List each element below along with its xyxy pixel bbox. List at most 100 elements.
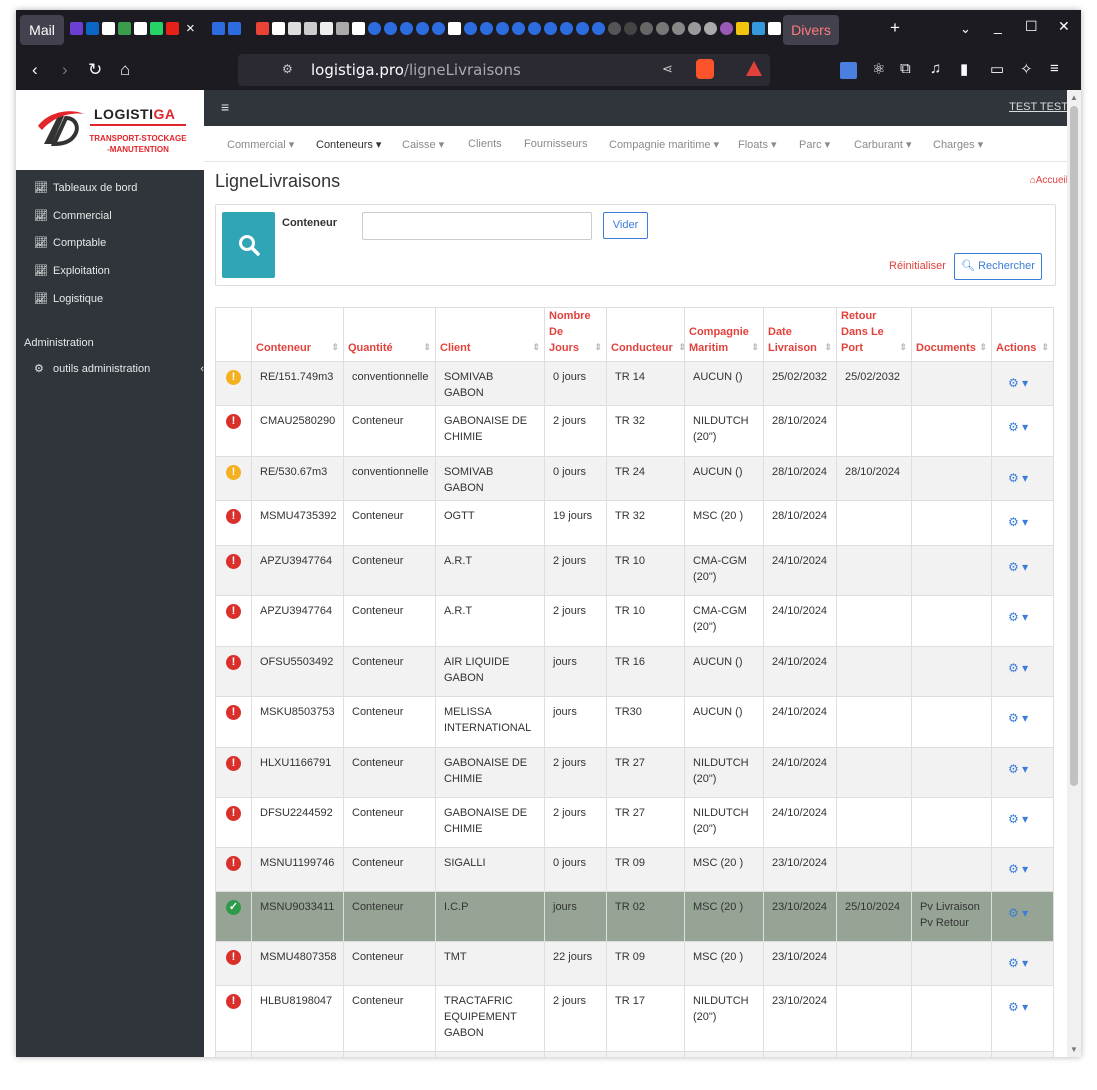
tab-favicon[interactable] — [166, 22, 179, 35]
react-devtools-icon[interactable]: ⚛ — [872, 60, 885, 78]
tab-favicon[interactable] — [576, 22, 589, 35]
tab-favicon[interactable] — [496, 22, 509, 35]
tab-favicon[interactable] — [118, 22, 131, 35]
tab-favicon[interactable] — [304, 22, 317, 35]
actions-dropdown-cogs-icon[interactable]: ⚙ ▾ — [1000, 855, 1028, 877]
site-settings-icon[interactable]: ⚙ — [282, 62, 293, 76]
home-icon[interactable]: ⌂ — [120, 60, 130, 80]
cell-conducteur[interactable]: TR 17 — [606, 985, 685, 1052]
scrollbar-thumb[interactable] — [1070, 106, 1078, 786]
tab-favicon[interactable] — [736, 22, 749, 35]
tab-mail[interactable]: Mail — [20, 15, 64, 45]
music-icon[interactable]: ♫ — [930, 60, 941, 77]
doc-link-pv-livraison[interactable]: Pv Livraison — [920, 899, 983, 915]
actions-dropdown-cogs-icon[interactable]: ⚙ ▾ — [1000, 993, 1028, 1015]
brave-rewards-icon[interactable] — [746, 61, 762, 76]
col-nombre-jours[interactable]: Nombre De Jours ⇕ — [544, 307, 607, 362]
cell-conducteur[interactable]: TR 09 — [606, 941, 685, 986]
tab-favicon[interactable] — [102, 22, 115, 35]
tab-favicon[interactable] — [416, 22, 429, 35]
tab-favicon[interactable] — [272, 22, 285, 35]
breadcrumb[interactable]: ⌂Accueil — [1030, 175, 1067, 186]
actions-dropdown-cogs-icon[interactable]: ⚙ ▾ — [1000, 464, 1028, 486]
search-button[interactable]: 🔍︎ Rechercher — [954, 253, 1042, 280]
actions-dropdown-cogs-icon[interactable]: ⚙ ▾ — [1000, 603, 1028, 625]
minimize-icon[interactable]: _ — [994, 18, 1002, 34]
wallet-icon[interactable]: ▭ — [990, 60, 1004, 78]
tab-favicon[interactable] — [512, 22, 525, 35]
tab-favicon[interactable] — [640, 22, 653, 35]
cell-conducteur[interactable]: TR 27 — [606, 797, 685, 848]
logo[interactable]: LOGISTIGA TRANSPORT-STOCKAGE -MANUTENTION — [16, 90, 204, 170]
pinned-tabs[interactable] — [212, 22, 241, 38]
tab-close-icon[interactable]: × — [186, 20, 195, 37]
sidebar-item-logistique[interactable]: 📈︎ Logistique — [34, 289, 103, 309]
cell-conducteur[interactable]: TR 32 — [606, 500, 685, 546]
actions-dropdown-cogs-icon[interactable]: ⚙ ▾ — [1000, 553, 1028, 575]
reload-icon[interactable]: ↻ — [88, 60, 102, 80]
tab-favicon[interactable] — [70, 22, 83, 35]
actions-dropdown-cogs-icon[interactable]: ⚙ ▾ — [1000, 949, 1028, 971]
tab-favicon[interactable] — [624, 22, 637, 35]
tab-favicon[interactable] — [384, 22, 397, 35]
cell-conducteur[interactable]: TR 24 — [606, 456, 685, 501]
tab-favicon[interactable] — [592, 22, 605, 35]
col-documents[interactable]: Documents ⇕ — [911, 307, 992, 362]
tab-favicon[interactable] — [480, 22, 493, 35]
col-quantite[interactable]: Quantité ⇕ — [343, 307, 436, 362]
tab-favicon[interactable] — [86, 22, 99, 35]
doc-link-pv-retour[interactable]: Pv Retour — [920, 915, 983, 931]
cell-conducteur[interactable]: TR 09 — [606, 847, 685, 892]
hamburger-menu-icon[interactable]: ≡ — [221, 99, 229, 115]
cell-conducteur[interactable]: TR 17 — [606, 1051, 685, 1057]
reset-link[interactable]: Réinitialiser — [889, 260, 946, 272]
tab-favicon[interactable] — [228, 22, 241, 35]
tab-favicon[interactable] — [320, 22, 333, 35]
tab-favicon[interactable] — [352, 22, 365, 35]
url-bar[interactable]: ⚙ logistiga.pro/ligneLivraisons ⋖ — [238, 54, 770, 86]
cell-conducteur[interactable]: TR 10 — [606, 545, 685, 596]
tab-favicon[interactable] — [336, 22, 349, 35]
sidebar-toggle-icon[interactable]: ▮ — [960, 60, 968, 78]
tab-favicon[interactable] — [704, 22, 717, 35]
sidebar-item-outils-administration[interactable]: ⚙ outils administration ‹ — [34, 359, 204, 379]
cell-conducteur[interactable]: TR 16 — [606, 646, 685, 697]
new-tab-icon[interactable]: + — [890, 18, 900, 38]
url-text[interactable]: logistiga.pro/ligneLivraisons — [311, 61, 521, 79]
tab-favicon[interactable] — [688, 22, 701, 35]
tab-favicon[interactable] — [432, 22, 445, 35]
actions-dropdown-cogs-icon[interactable]: ⚙ ▾ — [1000, 704, 1028, 726]
leo-ai-icon[interactable]: ✧ — [1020, 60, 1033, 78]
tab-favicon[interactable] — [720, 22, 733, 35]
actions-dropdown-cogs-icon[interactable]: ⚙ ▾ — [1000, 805, 1028, 827]
tab-favicon[interactable] — [368, 22, 381, 35]
tab-favicon[interactable] — [256, 22, 269, 35]
cell-conducteur[interactable]: TR30 — [606, 696, 685, 748]
col-conteneur[interactable]: Conteneur ⇕ — [251, 307, 344, 362]
tab-favicon[interactable] — [448, 22, 461, 35]
tab-favicon[interactable] — [672, 22, 685, 35]
tab-favicon[interactable] — [400, 22, 413, 35]
cell-conducteur[interactable]: TR 32 — [606, 405, 685, 457]
sidebar-item-exploitation[interactable]: 📈︎ Exploitation — [34, 261, 110, 281]
breadcrumb-home[interactable]: Accueil — [1036, 175, 1067, 186]
menu-parc[interactable]: Parc ▾ — [799, 138, 830, 151]
menu-conteneurs[interactable]: Conteneurs ▾ — [316, 138, 381, 151]
sidebar-item-tableaux-de-bord[interactable]: 📈︎ Tableaux de bord — [34, 178, 137, 198]
tab-favicon[interactable] — [560, 22, 573, 35]
brave-shield-icon[interactable] — [696, 59, 714, 79]
share-icon[interactable]: ⋖ — [662, 61, 673, 77]
tab-favicon[interactable] — [608, 22, 621, 35]
actions-dropdown-cogs-icon[interactable]: ⚙ ▾ — [1000, 899, 1028, 921]
cell-conducteur[interactable]: TR 10 — [606, 595, 685, 647]
close-window-icon[interactable]: ✕ — [1058, 18, 1070, 35]
tab-favicon[interactable] — [212, 22, 225, 35]
actions-dropdown-cogs-icon[interactable]: ⚙ ▾ — [1000, 755, 1028, 777]
tab-divers[interactable]: Divers — [783, 15, 839, 45]
maximize-icon[interactable]: ☐ — [1025, 18, 1038, 35]
back-icon[interactable]: ‹ — [32, 60, 38, 80]
col-client[interactable]: Client ⇕ — [435, 307, 545, 362]
tab-favicon[interactable] — [288, 22, 301, 35]
translate-icon[interactable] — [840, 62, 857, 79]
menu-caisse[interactable]: Caisse ▾ — [402, 138, 444, 151]
